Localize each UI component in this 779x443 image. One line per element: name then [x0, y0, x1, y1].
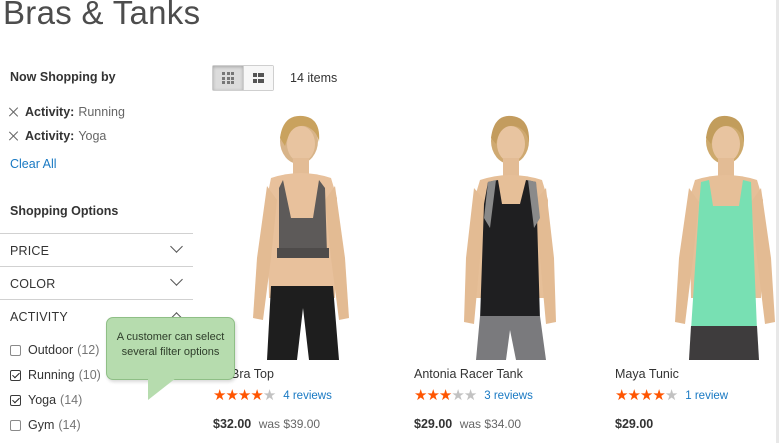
product-price: $29.00 was $34.00	[414, 417, 521, 431]
option-count: (14)	[58, 418, 81, 432]
product-image[interactable]	[414, 108, 594, 360]
list-view-icon	[252, 73, 265, 83]
star-filled-icon: ★	[237, 387, 252, 404]
price-current: $29.00	[414, 417, 453, 431]
option-count: (12)	[77, 343, 100, 357]
star-filled-icon: ★	[615, 387, 629, 404]
star-filled-icon: ★	[250, 387, 264, 404]
star-filled-icon: ★	[639, 387, 654, 404]
reviews-link[interactable]: 1 review	[685, 390, 728, 402]
chevron-down-icon	[170, 273, 183, 286]
list-view-button[interactable]	[243, 66, 273, 90]
star-empty-icon: ★	[262, 387, 277, 404]
star-filled-icon: ★	[225, 387, 239, 404]
product-image[interactable]	[615, 108, 779, 360]
star-filled-icon: ★	[213, 387, 227, 404]
star-empty-icon: ★	[463, 387, 478, 404]
annotation-callout: A customer can select several filter opt…	[106, 317, 235, 380]
product-rating: ★ ★ ★ ★ ★ 3 reviews	[414, 388, 533, 404]
rating-stars: ★ ★ ★ ★ ★	[414, 387, 478, 404]
product-price: $32.00 was $39.00	[213, 417, 320, 431]
filter-value: Running	[78, 105, 125, 119]
filter-label: Activity:	[25, 129, 75, 143]
star-filled-icon: ★	[627, 387, 641, 404]
rating-stars: ★ ★ ★ ★ ★	[213, 387, 277, 404]
star-filled-icon: ★	[652, 387, 666, 404]
shopping-options-title: Shopping Options	[10, 204, 119, 218]
facet-title: COLOR	[10, 277, 56, 291]
option-count: (10)	[78, 368, 101, 382]
activity-option-yoga[interactable]: Yoga (14)	[10, 392, 82, 408]
clear-all-link[interactable]: Clear All	[10, 157, 57, 171]
reviews-link[interactable]: 3 reviews	[484, 390, 533, 402]
option-name: Gym	[28, 418, 55, 432]
facet-title: PRICE	[10, 244, 50, 258]
star-filled-icon: ★	[438, 387, 453, 404]
product-rating: ★ ★ ★ ★ ★ 1 review	[615, 388, 728, 404]
checkbox[interactable]	[10, 419, 21, 431]
filter-label: Activity:	[25, 105, 75, 119]
price-current: $32.00	[213, 417, 252, 431]
callout-pointer	[148, 378, 176, 400]
view-mode-switcher	[212, 65, 274, 91]
star-filled-icon: ★	[414, 387, 428, 404]
items-count: 14 items	[290, 71, 338, 85]
option-name: Running	[28, 368, 75, 382]
price-was: was $39.00	[258, 417, 321, 431]
option-count: (14)	[60, 393, 83, 407]
chevron-down-icon	[170, 240, 183, 253]
activity-option-running[interactable]: Running (10)	[10, 367, 101, 383]
facet-price[interactable]: PRICE	[0, 233, 193, 267]
price-current: $29.00	[615, 417, 654, 431]
product-name[interactable]: Antonia Racer Tank	[414, 367, 523, 381]
option-name: Outdoor	[28, 343, 74, 357]
product-card: Antonia Racer Tank ★ ★ ★ ★ ★ 3 reviews $29.0…	[414, 108, 594, 443]
grid-view-icon	[222, 72, 234, 84]
grid-view-button[interactable]	[213, 66, 243, 90]
active-filter-yoga: Activity: Yoga	[8, 128, 106, 144]
rating-stars: ★ ★ ★ ★ ★	[615, 387, 679, 404]
star-empty-icon: ★	[451, 387, 465, 404]
facet-title: ACTIVITY	[10, 310, 68, 324]
now-shopping-title: Now Shopping by	[10, 70, 116, 84]
product-name[interactable]: Maya Tunic	[615, 367, 679, 381]
filter-value: Yoga	[78, 129, 107, 143]
callout-text: A customer can select several filter opt…	[116, 331, 225, 358]
product-card: tra Bra Top ★ ★ ★ ★ ★ 4 reviews $32.00 was $…	[213, 108, 393, 443]
option-name: Yoga	[28, 393, 57, 407]
activity-option-outdoor[interactable]: Outdoor (12)	[10, 342, 99, 358]
star-filled-icon: ★	[426, 387, 440, 404]
facet-color[interactable]: COLOR	[0, 266, 193, 300]
checkbox-checked[interactable]	[10, 369, 21, 381]
reviews-link[interactable]: 4 reviews	[283, 390, 332, 402]
remove-filter-icon[interactable]	[8, 106, 20, 118]
price-was: was $34.00	[459, 417, 522, 431]
checkbox[interactable]	[10, 344, 21, 356]
active-filter-running: Activity: Running	[8, 104, 125, 120]
product-image[interactable]	[213, 108, 393, 360]
product-price: $29.00	[615, 417, 657, 431]
product-card: Maya Tunic ★ ★ ★ ★ ★ 1 review $29.00	[615, 108, 779, 443]
product-rating: ★ ★ ★ ★ ★ 4 reviews	[213, 388, 332, 404]
star-empty-icon: ★	[664, 387, 679, 404]
remove-filter-icon[interactable]	[8, 130, 20, 142]
activity-option-gym[interactable]: Gym (14)	[10, 417, 81, 433]
checkbox-checked[interactable]	[10, 394, 21, 406]
